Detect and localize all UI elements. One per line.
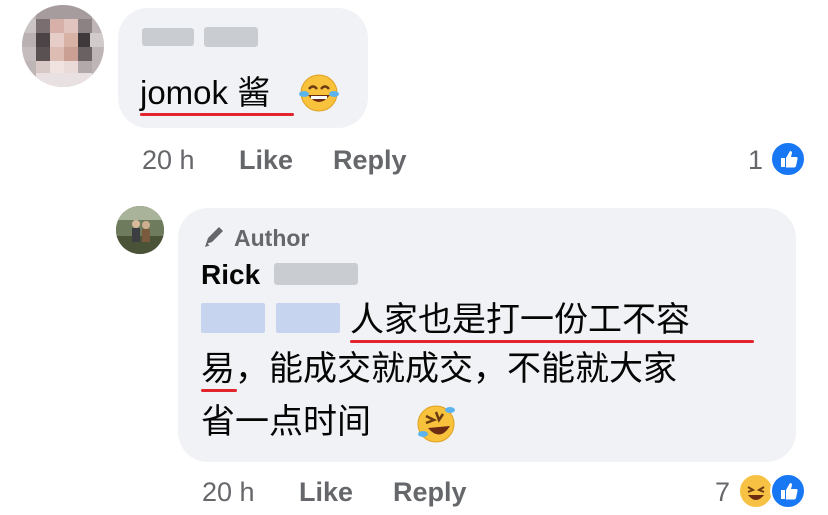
like-button[interactable]: Like xyxy=(239,145,293,176)
author-name[interactable]: Rick xyxy=(201,259,260,291)
reply-timestamp[interactable]: 20 h xyxy=(202,477,255,508)
commenter-avatar[interactable] xyxy=(22,5,104,87)
reply-text-line-2: 易，能成交就成交，不能就大家 xyxy=(201,350,677,388)
reply-button[interactable]: Reply xyxy=(333,145,407,176)
commenter-name-redacted[interactable] xyxy=(142,28,194,46)
commenter-name-redacted-2[interactable] xyxy=(204,27,258,47)
pencil-icon xyxy=(202,224,228,250)
red-underline xyxy=(140,113,294,116)
reply-text-line-1: 人家也是打一份工不容 xyxy=(350,301,690,339)
author-surname-redacted[interactable] xyxy=(274,263,358,285)
author-avatar[interactable] xyxy=(116,206,164,254)
comment-timestamp[interactable]: 20 h xyxy=(142,145,195,176)
laughing-tears-emoji-icon xyxy=(298,72,340,114)
comment-text: jomok 酱 xyxy=(140,74,271,111)
haha-reaction-icon[interactable] xyxy=(738,473,774,509)
red-underline xyxy=(350,340,754,343)
author-badge: Author xyxy=(234,225,310,251)
like-button[interactable]: Like xyxy=(299,477,353,508)
mention-redacted[interactable] xyxy=(201,303,265,333)
reaction-count[interactable]: 7 xyxy=(715,477,730,508)
reply-text-line-3: 省一点时间 xyxy=(201,403,371,441)
rolling-laughing-emoji-icon xyxy=(414,402,458,446)
like-reaction-icon[interactable] xyxy=(770,473,806,509)
mention-redacted-2[interactable] xyxy=(276,303,340,333)
like-reaction-icon[interactable] xyxy=(770,141,806,177)
red-underline xyxy=(201,389,237,392)
reaction-count[interactable]: 1 xyxy=(748,145,763,176)
reply-button[interactable]: Reply xyxy=(393,477,467,508)
